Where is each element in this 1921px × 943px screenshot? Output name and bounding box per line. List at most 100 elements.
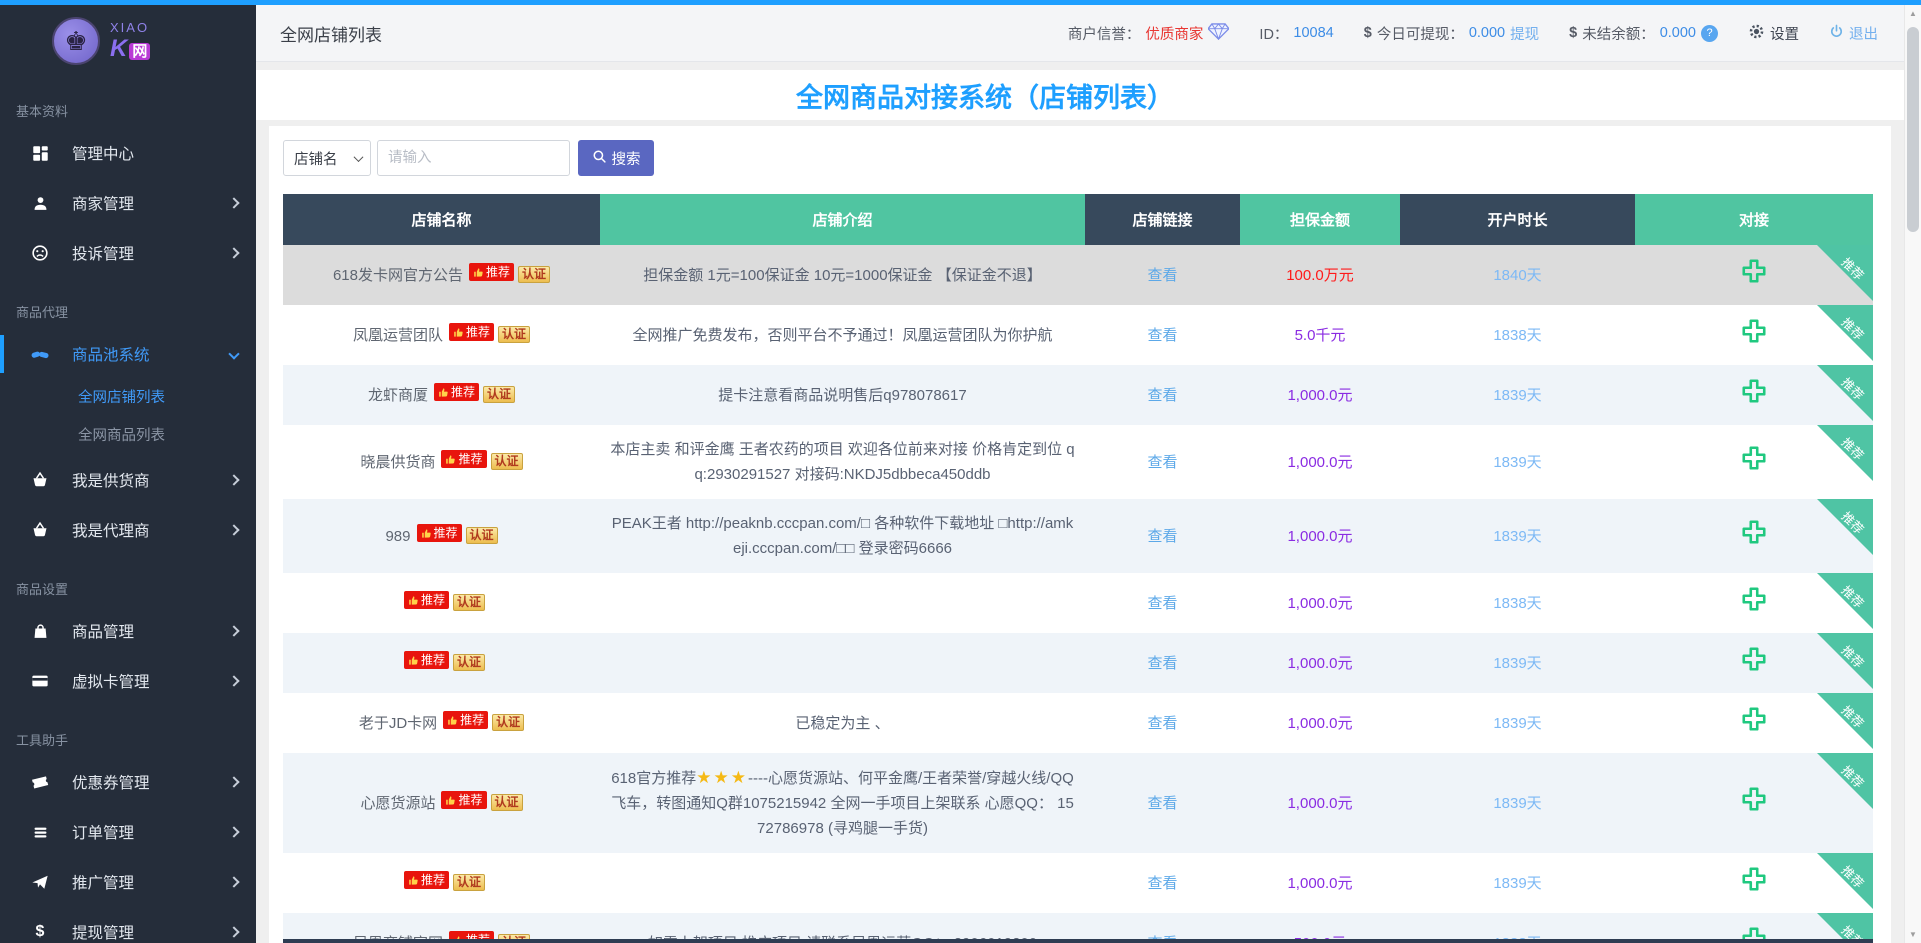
sidebar-item[interactable]: 商家管理 [0, 178, 256, 228]
sidebar-item[interactable]: 管理中心 [0, 128, 256, 178]
sidebar-subitem[interactable]: 全网商品列表 [0, 417, 256, 455]
shop-name-cell: 龙虾商厦推荐认证 [283, 365, 600, 425]
dock-plus-icon[interactable] [1740, 785, 1768, 813]
scroll-down-arrow[interactable]: ▼ [1905, 926, 1921, 943]
dock-plus-icon[interactable] [1740, 257, 1768, 285]
recommend-badge: 推荐 [441, 450, 486, 468]
sidebar-item-label: 提现管理 [72, 921, 134, 943]
view-link[interactable]: 查看 [1147, 528, 1177, 545]
sidebar-item[interactable]: 订单管理 [0, 807, 256, 857]
search-input[interactable] [377, 140, 570, 176]
shop-name: 龙虾商厦 [368, 387, 428, 404]
sidebar-item[interactable]: $提现管理 [0, 907, 256, 943]
topbar: 全网店铺列表 商户信誉： 优质商家 ID： 10084 $ 今日可提现： 0.0… [256, 5, 1904, 62]
sidebar-item[interactable]: 我是供货商 [0, 455, 256, 505]
dock-plus-icon[interactable] [1740, 518, 1768, 546]
column-header: 对接 [1635, 194, 1873, 245]
dock-plus-icon[interactable] [1740, 645, 1768, 673]
merchant-reputation: 商户信誉： 优质商家 [1068, 23, 1230, 44]
view-link[interactable]: 查看 [1147, 387, 1177, 404]
bottom-bar [283, 939, 1873, 943]
basket-icon [30, 520, 50, 540]
recommend-ribbon-label: 推荐 [1818, 365, 1873, 421]
logo[interactable]: ♚ XIAO K网 [0, 5, 256, 77]
shop-name: 618发卡网官方公告 [333, 267, 463, 284]
shops-table: 店铺名称店铺介绍店铺链接担保金额开户时长对接 618发卡网官方公告推荐认证担保金… [283, 194, 1873, 943]
shop-intro-cell: 本店主卖 和评金鹰 王者农药的项目 欢迎各位前来对接 价格肯定到位 qq:293… [600, 425, 1085, 499]
recommend-badge: 推荐 [449, 323, 494, 341]
scrollbar-thumb[interactable] [1907, 27, 1919, 232]
sidebar-item[interactable]: 商品池系统 [0, 329, 256, 379]
withdraw-link[interactable]: 提现 [1510, 23, 1539, 44]
dock-cell: 推荐 [1635, 245, 1873, 305]
dock-cell: 推荐 [1635, 499, 1873, 573]
table-row: 618发卡网官方公告推荐认证担保金额 1元=100保证金 10元=1000保证金… [283, 245, 1873, 305]
view-link[interactable]: 查看 [1147, 655, 1177, 672]
list-icon [30, 822, 50, 842]
sidebar-item[interactable]: 虚拟卡管理 [0, 656, 256, 706]
sidebar-subitem[interactable]: 全网店铺列表 [0, 379, 256, 417]
view-link[interactable]: 查看 [1147, 454, 1177, 471]
shop-intro-cell: 担保金额 1元=100保证金 10元=1000保证金 【保证金不退】 [600, 245, 1085, 305]
help-icon[interactable]: ? [1701, 25, 1718, 42]
chevron-right-icon [228, 474, 239, 485]
recommend-ribbon: 推荐 [1817, 425, 1873, 481]
view-link[interactable]: 查看 [1147, 327, 1177, 344]
sidebar-group-label: 商品设置 [0, 555, 256, 606]
search-type-select[interactable]: 店铺名 [283, 140, 371, 176]
table-header: 店铺名称店铺介绍店铺链接担保金额开户时长对接 [283, 194, 1873, 245]
sidebar: ♚ XIAO K网 基本资料管理中心商家管理投诉管理商品代理商品池系统全网店铺列… [0, 5, 256, 943]
view-link[interactable]: 查看 [1147, 875, 1177, 892]
settings-button[interactable]: 设置 [1748, 23, 1799, 44]
scroll-up-arrow[interactable]: ▲ [1905, 5, 1921, 22]
chevron-right-icon [228, 625, 239, 636]
logout-button[interactable]: 退出 [1829, 23, 1878, 44]
shop-name: 老于JD卡网 [359, 715, 437, 732]
dock-plus-icon[interactable] [1740, 585, 1768, 613]
search-button[interactable]: 搜索 [578, 140, 654, 176]
sidebar-item[interactable]: 商品管理 [0, 606, 256, 656]
chevron-right-icon [228, 926, 239, 937]
column-header: 店铺介绍 [600, 194, 1085, 245]
sidebar-item[interactable]: 我是代理商 [0, 505, 256, 555]
shop-link-cell: 查看 [1085, 753, 1240, 853]
verified-badge: 认证 [498, 326, 530, 343]
table-row: 龙虾商厦推荐认证提卡注意看商品说明售后q978078617查看1,000.0元1… [283, 365, 1873, 425]
recommend-ribbon-label: 推荐 [1818, 633, 1873, 689]
chevron-right-icon [228, 675, 239, 686]
sidebar-item[interactable]: 优惠券管理 [0, 757, 256, 807]
view-link[interactable]: 查看 [1147, 267, 1177, 284]
dock-plus-icon[interactable] [1740, 865, 1768, 893]
account-age: 1839天 [1493, 795, 1541, 812]
deposit-amount: 1,000.0元 [1287, 387, 1352, 404]
verified-badge: 认证 [453, 874, 485, 891]
deposit-amount: 1,000.0元 [1287, 715, 1352, 732]
shop-name-cell: 618发卡网官方公告推荐认证 [283, 245, 600, 305]
recommend-ribbon-label: 推荐 [1818, 499, 1873, 555]
card-icon [30, 671, 50, 691]
chevron-down-icon [354, 152, 364, 162]
power-icon [1829, 24, 1844, 43]
search-row: 店铺名 搜索 [283, 140, 1877, 176]
dock-plus-icon[interactable] [1740, 317, 1768, 345]
dock-plus-icon[interactable] [1740, 444, 1768, 472]
recommend-badge: 推荐 [434, 383, 479, 401]
shop-link-cell: 查看 [1085, 499, 1240, 573]
view-link[interactable]: 查看 [1147, 795, 1177, 812]
sidebar-item[interactable]: 投诉管理 [0, 228, 256, 278]
view-link[interactable]: 查看 [1147, 595, 1177, 612]
deposit-cell: 1,000.0元 [1240, 853, 1400, 913]
recommend-ribbon-label: 推荐 [1818, 425, 1873, 481]
dock-plus-icon[interactable] [1740, 705, 1768, 733]
scrollbar[interactable]: ▲ ▼ [1904, 5, 1921, 943]
view-link[interactable]: 查看 [1147, 715, 1177, 732]
deposit-amount: 1,000.0元 [1287, 875, 1352, 892]
topbar-right: 商户信誉： 优质商家 ID： 10084 $ 今日可提现： 0.000 提现 $… [1068, 23, 1878, 44]
sidebar-item[interactable]: 推广管理 [0, 857, 256, 907]
shop-intro-cell [600, 853, 1085, 913]
recommend-badge: 推荐 [404, 591, 449, 609]
dock-plus-icon[interactable] [1740, 377, 1768, 405]
shop-name-cell: 推荐认证 [283, 633, 600, 693]
account-age: 1838天 [1493, 595, 1541, 612]
column-header: 开户时长 [1400, 194, 1635, 245]
